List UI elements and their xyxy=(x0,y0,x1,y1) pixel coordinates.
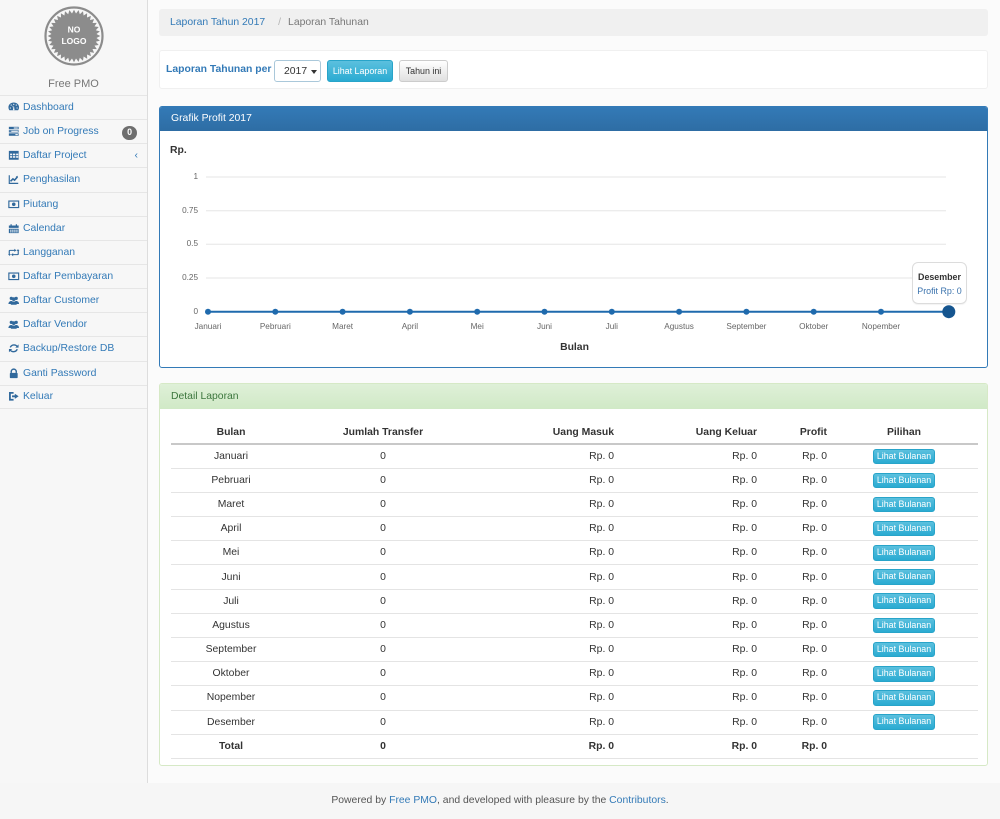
svg-text:LOGO: LOGO xyxy=(61,36,86,46)
svg-text:NO: NO xyxy=(67,25,80,35)
